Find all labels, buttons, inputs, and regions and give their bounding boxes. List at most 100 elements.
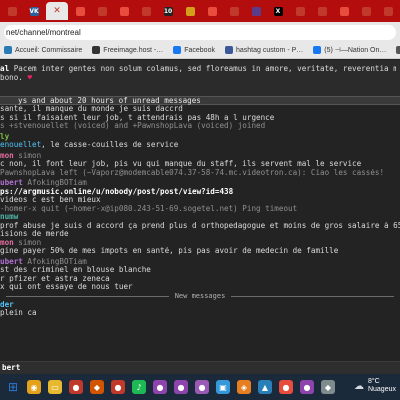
bookmark-item[interactable]: (5) ⊣—Nation On… <box>313 46 386 54</box>
browser-tab[interactable] <box>114 2 134 20</box>
app-icon[interactable]: ● <box>195 380 209 394</box>
message-text: st des criminel en blouse blanche <box>0 266 151 274</box>
tab-favicon <box>383 6 393 16</box>
message-nick[interactable]: der <box>0 301 14 309</box>
message-nick[interactable]: ubert <box>0 179 23 187</box>
message-line: videos c est ben mieux <box>0 196 400 205</box>
address-bar[interactable]: net/channel/montreal <box>4 24 396 40</box>
bookmark-item[interactable]: Accueil: Commissaire <box>4 46 82 54</box>
message-link[interactable]: ps://argmusic.online/u/nobody/post/post/… <box>0 188 233 196</box>
tab-favicon <box>75 6 85 16</box>
message-list: sante, il manque du monde je suis daccrd… <box>0 105 400 292</box>
browser-tab[interactable] <box>312 2 332 20</box>
message-line: der <box>0 301 400 310</box>
tab-favicon: X <box>273 6 283 16</box>
browser-tab[interactable] <box>334 2 354 20</box>
tab-favicon <box>119 6 129 16</box>
bookmark-item[interactable]: Facebook <box>173 46 215 54</box>
browser-tab[interactable] <box>70 2 90 20</box>
bookmark-favicon-icon <box>224 46 233 54</box>
browser-tab[interactable] <box>136 2 156 20</box>
weather-widget[interactable]: 8°C Nuageux <box>368 378 396 394</box>
message-line: s +stvenouellet (voiced) and +PawnshopLa… <box>0 122 400 131</box>
close-icon[interactable]: ✕ <box>52 6 62 16</box>
browser-tab[interactable] <box>356 2 376 20</box>
message-meta: AfokingBOTiam <box>22 257 87 266</box>
app-icon[interactable]: ● <box>153 380 167 394</box>
browser-tab-strip: VK ✕ 10 X <box>0 0 400 22</box>
message-nick[interactable]: ubert <box>0 258 23 266</box>
app-icon[interactable]: ◆ <box>321 380 335 394</box>
message-text: plein ca <box>0 309 37 317</box>
message-input-bar[interactable]: bert <box>0 361 400 374</box>
irc-chat-view[interactable]: al Pacem inter gentes non solum colamus,… <box>0 60 400 374</box>
message-text: c non, il font leur job, pis vu qui manq… <box>0 160 362 168</box>
app-icon[interactable]: ◆ <box>90 380 104 394</box>
browser-tab[interactable] <box>290 2 310 20</box>
message-nick[interactable]: mon <box>0 152 14 160</box>
browser-tab[interactable]: ✕ <box>46 2 68 20</box>
start-icon[interactable]: ⊞ <box>6 380 20 394</box>
file-explorer-icon[interactable]: ▭ <box>48 380 62 394</box>
bookmark-label: (5) ⊣—Nation On… <box>324 47 387 54</box>
app-icon[interactable]: ● <box>279 380 293 394</box>
bookmark-favicon-icon <box>396 46 400 54</box>
tab-favicon <box>295 6 305 16</box>
bookmark-favicon-icon <box>92 46 101 54</box>
message-nick[interactable]: mon <box>0 239 14 247</box>
new-messages-label: New messages <box>174 291 226 300</box>
message-line: c non, il font leur job, pis vu qui manq… <box>0 160 400 169</box>
app-icon[interactable]: ● <box>174 380 188 394</box>
tab-favicon <box>7 6 17 16</box>
message-nick[interactable]: numw <box>0 213 18 221</box>
browser-tab[interactable] <box>224 2 244 20</box>
app-icon[interactable]: ● <box>111 380 125 394</box>
app-icon[interactable]: ▲ <box>258 380 272 394</box>
message-line: r pfizer et astra zeneca <box>0 275 400 284</box>
message-text: s si il faisaient leur job, t attendrais… <box>0 113 275 122</box>
message-line: sante, il manque du monde je suis daccrd <box>0 105 400 114</box>
app-icon[interactable]: ● <box>69 380 83 394</box>
message-list-new: der plein ca <box>0 301 400 318</box>
browser-tab[interactable] <box>92 2 112 20</box>
bookmark-item[interactable]: hashtag custom - P… <box>224 46 304 54</box>
browser-tab[interactable] <box>202 2 222 20</box>
message-line: mon simon <box>0 152 400 161</box>
message-line: enouellet, le casse-couilles de service <box>0 141 400 150</box>
browser-tab[interactable] <box>2 2 22 20</box>
unread-banner-text: ys and about 20 hours of unread messages <box>18 96 201 105</box>
bookmark-label: hashtag custom - P… <box>235 46 304 54</box>
browser-tab[interactable]: X <box>268 2 288 20</box>
message-line: -homer-x quit (~homer-x@ip080.243-51-69.… <box>0 205 400 214</box>
browser-tab[interactable] <box>180 2 200 20</box>
weather-temp: 8°C <box>367 378 380 385</box>
bookmark-favicon-icon <box>313 46 322 54</box>
app-icon[interactable]: ▣ <box>216 380 230 394</box>
message-line: gine payer 50% de mes impots en santé, p… <box>0 247 400 256</box>
system-tray: ☁ 8°C Nuageux <box>354 378 396 394</box>
message-text: , le casse-couilles de service <box>41 141 179 149</box>
weather-icon[interactable]: ☁ <box>354 381 364 392</box>
bookmark-item[interactable]: H4a.jpg (400 <box>396 46 400 54</box>
message-meta: simon <box>13 238 42 247</box>
weather-desc: Nuageux <box>367 386 396 393</box>
tab-favicon <box>207 6 217 16</box>
app-icon[interactable]: ● <box>300 380 314 394</box>
browser-tab[interactable] <box>378 2 398 20</box>
browser-tab[interactable]: VK <box>24 2 44 20</box>
app-icon[interactable]: ◈ <box>237 380 251 394</box>
message-meta: s +stvenouellet (voiced) and +PawnshopLa… <box>0 122 266 130</box>
browser-tab[interactable] <box>246 2 266 20</box>
unread-messages-banner[interactable]: ys and about 20 hours of unread messages <box>0 96 400 105</box>
message-nick[interactable]: ly <box>0 133 9 141</box>
bookmark-favicon-icon <box>173 46 182 54</box>
tab-favicon <box>185 6 195 16</box>
app-icon[interactable]: ♪ <box>132 380 146 394</box>
browser-tab[interactable]: 10 <box>158 2 178 20</box>
message-text: r pfizer et astra zeneca <box>0 274 110 283</box>
chrome-icon[interactable]: ◉ <box>27 380 41 394</box>
message-text: sante, il manque du monde je suis daccrd <box>0 105 183 113</box>
bookmark-item[interactable]: Freeimage.host -… <box>92 46 163 54</box>
message-line: prof abuse je suis d accord ça prend plu… <box>0 222 400 231</box>
tab-favicon <box>141 6 151 16</box>
